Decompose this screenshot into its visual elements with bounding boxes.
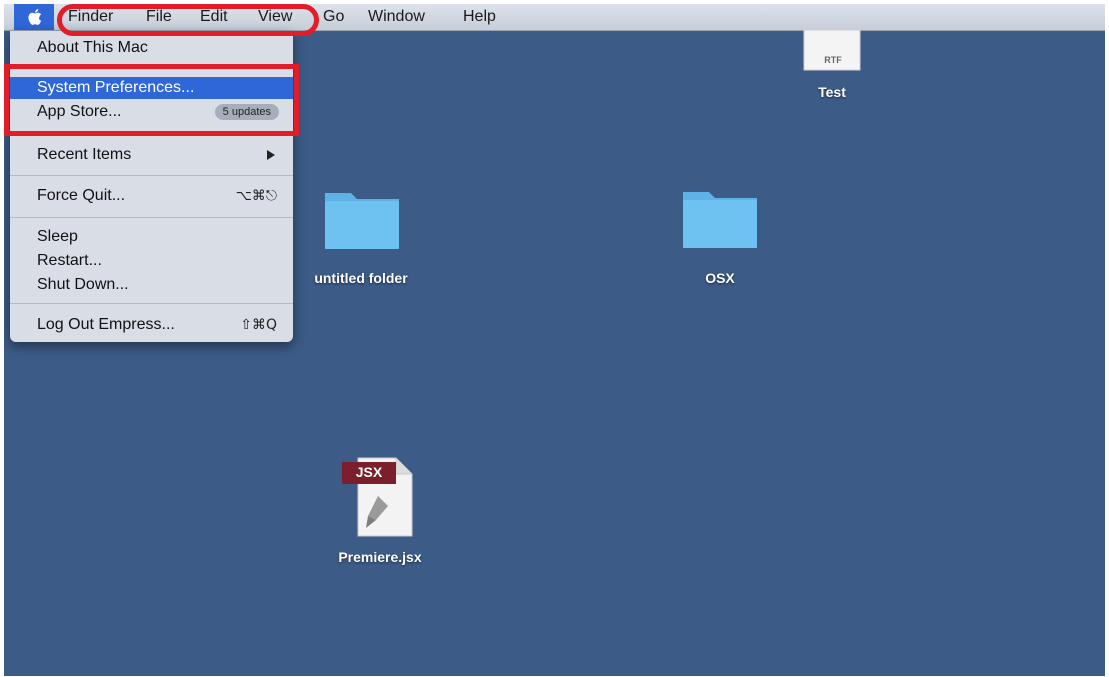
menu-separator — [10, 67, 293, 68]
premiere-jsx-label[interactable]: Premiere.jsx — [320, 549, 440, 565]
menu-item-label: Recent Items — [37, 146, 132, 163]
menu-separator — [10, 303, 293, 304]
rtf-type-label: RTF — [824, 55, 842, 65]
menu-item-label: Log Out Empress... — [37, 316, 175, 333]
updates-badge: 5 updates — [214, 104, 279, 120]
apple-menu-button[interactable] — [14, 4, 54, 30]
force-quit-item[interactable]: Force Quit... ⌥⌘⎋ — [10, 185, 293, 207]
menu-item-label: App Store... — [37, 103, 122, 120]
log-out-shortcut: ⇧⌘Q — [240, 317, 277, 333]
menu-separator — [10, 175, 293, 176]
force-quit-shortcut: ⌥⌘⎋ — [235, 188, 277, 204]
menu-view[interactable]: View — [258, 8, 292, 26]
osx-folder-label[interactable]: OSX — [680, 270, 760, 286]
rtf-file-icon[interactable]: RTF — [802, 29, 864, 74]
desktop[interactable]: Finder File Edit View Go Window Help RTF… — [4, 4, 1105, 676]
menu-go[interactable]: Go — [323, 8, 344, 26]
menu-item-label: Restart... — [37, 252, 102, 269]
menu-edit[interactable]: Edit — [200, 8, 228, 26]
jsx-type-label: JSX — [355, 464, 383, 480]
log-out-item[interactable]: Log Out Empress... ⇧⌘Q — [10, 314, 293, 336]
menu-item-label: Sleep — [37, 228, 78, 245]
recent-items-item[interactable]: Recent Items — [10, 144, 293, 166]
apple-icon — [27, 9, 41, 25]
about-this-mac-item[interactable]: About This Mac — [10, 37, 293, 59]
menu-item-label: System Preferences... — [37, 79, 195, 96]
menu-separator — [10, 133, 293, 134]
restart-item[interactable]: Restart... — [10, 250, 293, 272]
menu-finder[interactable]: Finder — [68, 8, 113, 26]
menu-item-label: Shut Down... — [37, 276, 129, 293]
untitled-folder-label[interactable]: untitled folder — [298, 270, 424, 286]
menu-help[interactable]: Help — [463, 8, 496, 26]
folder-icon[interactable] — [322, 185, 402, 251]
menu-item-label: About This Mac — [37, 39, 148, 56]
submenu-arrow-icon — [267, 150, 275, 160]
folder-icon[interactable] — [680, 184, 760, 250]
menu-separator — [10, 217, 293, 218]
menu-window[interactable]: Window — [368, 8, 425, 26]
menu-bar: Finder File Edit View Go Window Help — [4, 4, 1105, 31]
menu-item-label: Force Quit... — [37, 187, 126, 204]
system-preferences-item[interactable]: System Preferences... — [10, 77, 293, 99]
rtf-file-name[interactable]: Test — [782, 84, 882, 100]
shut-down-item[interactable]: Shut Down... — [10, 274, 293, 296]
sleep-item[interactable]: Sleep — [10, 226, 293, 248]
app-store-item[interactable]: App Store... 5 updates — [10, 101, 293, 123]
jsx-file-icon[interactable]: JSX — [340, 456, 420, 538]
menu-file[interactable]: File — [146, 8, 172, 26]
apple-menu-dropdown: About This Mac System Preferences... App… — [10, 31, 293, 342]
